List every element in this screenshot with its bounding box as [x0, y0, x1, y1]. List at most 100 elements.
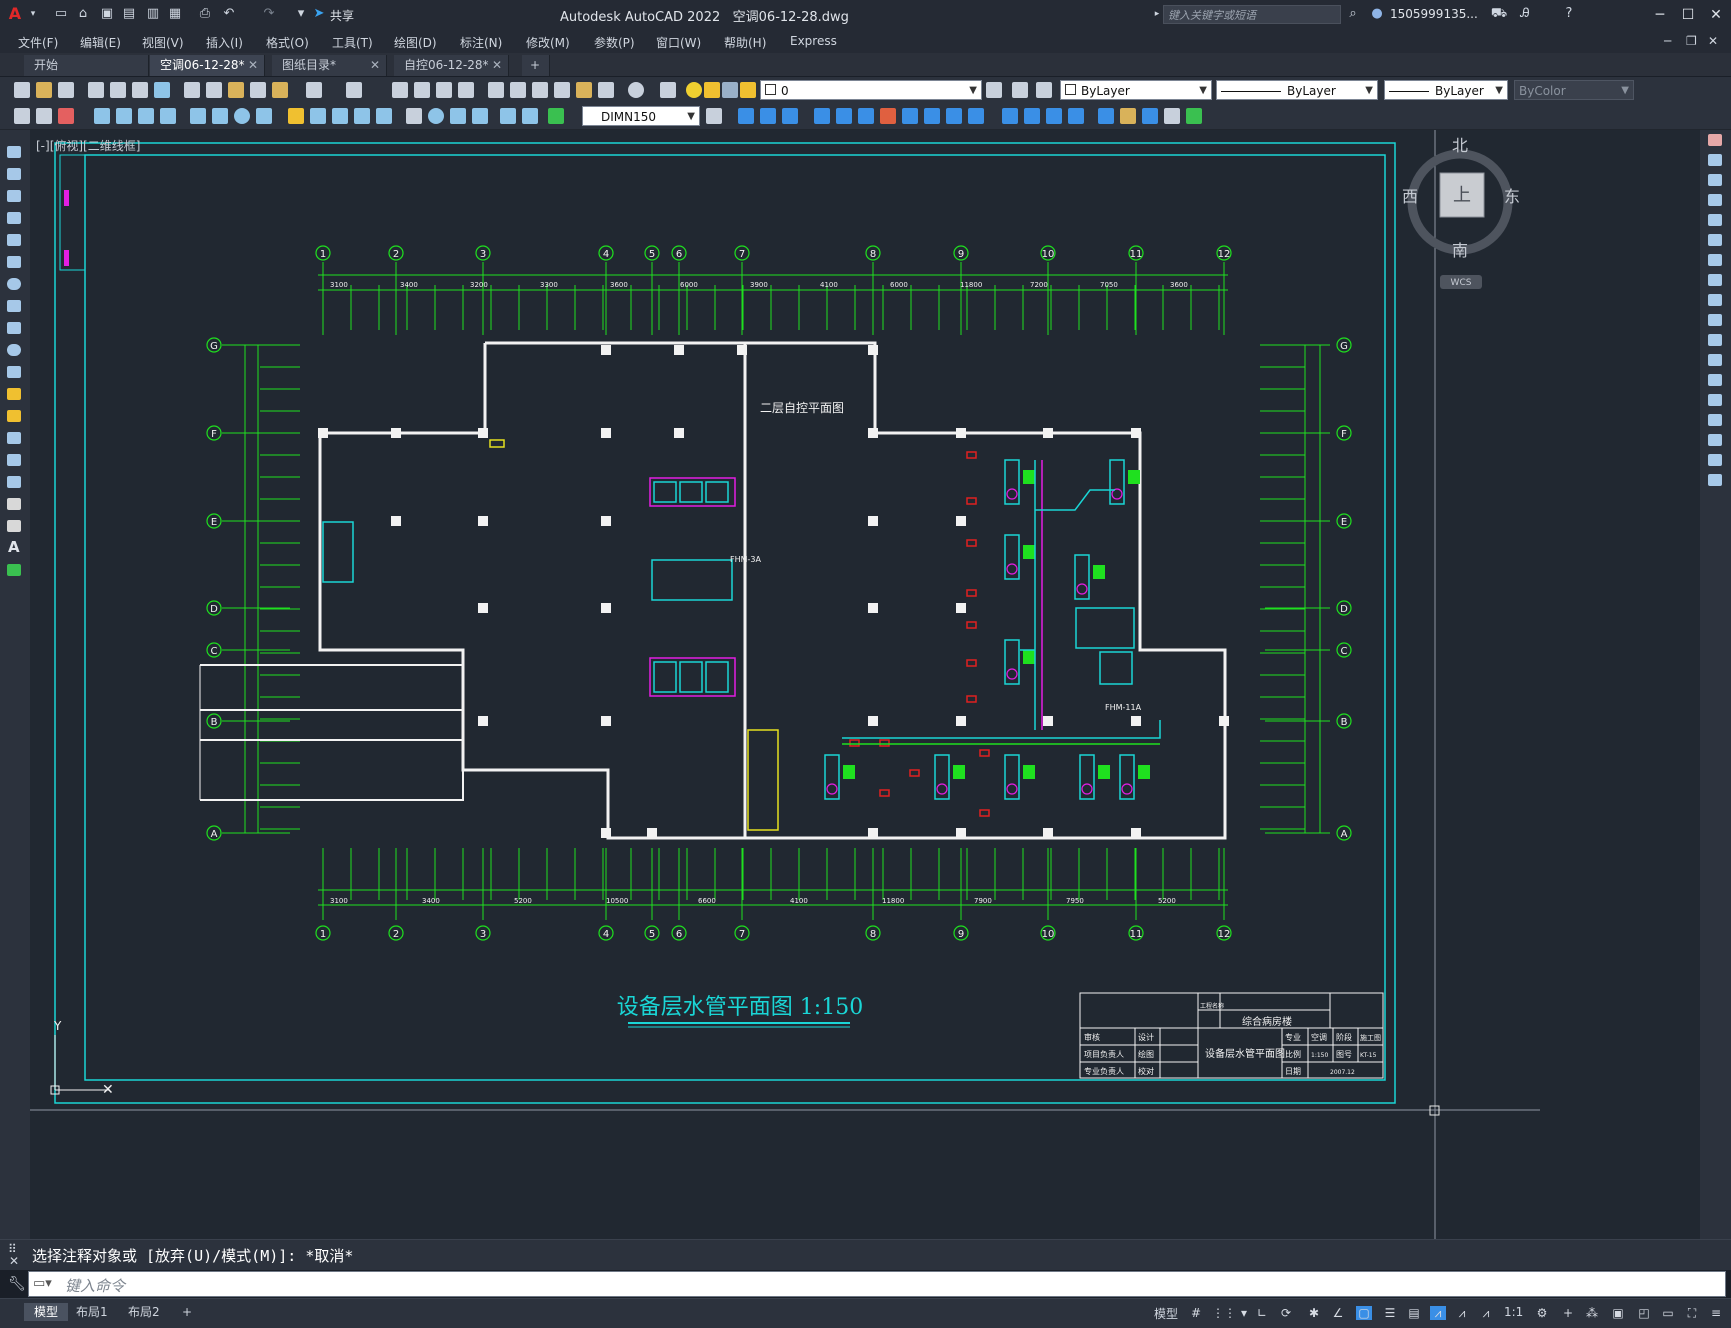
- dim-space-icon[interactable]: [354, 108, 370, 124]
- undo-icon[interactable]: [306, 82, 322, 98]
- publish-icon[interactable]: [132, 82, 148, 98]
- viewcube-east[interactable]: 东: [1504, 187, 1520, 206]
- snap-dropdown-icon[interactable]: ▾: [1236, 1306, 1252, 1320]
- open-icon[interactable]: [36, 82, 52, 98]
- quick-properties-icon[interactable]: ▣: [1610, 1306, 1626, 1320]
- save-as-icon[interactable]: ▤: [120, 5, 138, 23]
- sheet-set-icon[interactable]: [554, 82, 570, 98]
- zoom-realtime-icon[interactable]: [414, 82, 430, 98]
- tab-drawing-index[interactable]: 图纸目录* ✕: [272, 55, 387, 76]
- move-icon[interactable]: [1708, 234, 1722, 246]
- layer-previous-icon[interactable]: [1012, 82, 1028, 98]
- menu-help[interactable]: 帮助(H): [724, 34, 766, 51]
- layer-thaw-icon[interactable]: [704, 82, 720, 98]
- mirror-icon[interactable]: [1708, 174, 1722, 186]
- revcloud-icon[interactable]: [7, 300, 21, 312]
- polygon-icon[interactable]: [7, 212, 21, 224]
- baseline-dim-icon[interactable]: [310, 108, 326, 124]
- menu-format[interactable]: 格式(O): [266, 34, 309, 51]
- trim-icon[interactable]: [924, 108, 940, 124]
- draw-order-icon[interactable]: [1186, 108, 1202, 124]
- zoom-window-icon[interactable]: [436, 82, 452, 98]
- new-file-icon[interactable]: ▭: [52, 5, 70, 23]
- share-label[interactable]: 共享: [330, 7, 354, 24]
- doc-minimize-icon[interactable]: ─: [1664, 34, 1671, 48]
- arc-length-dim-icon[interactable]: [138, 108, 154, 124]
- pan-icon[interactable]: [392, 82, 408, 98]
- layout-tab-2[interactable]: 布局2: [118, 1303, 170, 1321]
- layout-tab-model[interactable]: 模型: [24, 1303, 69, 1321]
- mirror-icon[interactable]: [760, 108, 776, 124]
- help-icon[interactable]: [628, 82, 644, 98]
- copy-icon[interactable]: [206, 82, 222, 98]
- layer-on-icon[interactable]: [686, 82, 702, 98]
- viewcube-north[interactable]: 北: [1452, 136, 1468, 155]
- linear-dim-icon[interactable]: [94, 108, 110, 124]
- close-tab-icon[interactable]: ✕: [248, 55, 258, 76]
- menu-parametric[interactable]: 参数(P): [594, 34, 635, 51]
- rectangle-icon[interactable]: [7, 234, 21, 246]
- rotate-icon[interactable]: [858, 108, 874, 124]
- annotation-scale-icon[interactable]: ⩘: [1478, 1306, 1494, 1320]
- save-icon[interactable]: ▣: [98, 5, 116, 23]
- undo-icon[interactable]: ↶: [220, 5, 238, 23]
- make-current-layer-icon[interactable]: [986, 82, 1002, 98]
- markup-icon[interactable]: [576, 82, 592, 98]
- table-draw-icon[interactable]: [7, 520, 21, 532]
- menu-draw[interactable]: 绘图(D): [394, 34, 437, 51]
- tolerance-icon[interactable]: [406, 108, 422, 124]
- construction-line-icon[interactable]: [7, 168, 21, 180]
- paste-icon[interactable]: [228, 82, 244, 98]
- dim-break-icon[interactable]: [376, 108, 392, 124]
- stretch-icon[interactable]: [1708, 294, 1722, 306]
- search-icon[interactable]: ⌕: [1344, 5, 1362, 23]
- erase-icon[interactable]: [1120, 108, 1136, 124]
- app-menu-chevron-icon[interactable]: ▾: [24, 5, 42, 23]
- circle-icon[interactable]: [7, 278, 21, 290]
- copy-icon[interactable]: [1708, 154, 1722, 166]
- layer-properties-icon[interactable]: [660, 82, 676, 98]
- customize-status-icon[interactable]: ≡: [1708, 1306, 1724, 1320]
- extend-icon[interactable]: [946, 108, 962, 124]
- diameter-dim-icon[interactable]: [234, 108, 250, 124]
- plot-preview-icon[interactable]: [110, 82, 126, 98]
- object-snap-tracking-icon[interactable]: ∠: [1330, 1306, 1346, 1320]
- layer-unlock-icon[interactable]: [740, 82, 756, 98]
- center-mark-icon[interactable]: [428, 108, 444, 124]
- ellipse-arc-icon[interactable]: [7, 366, 21, 378]
- layer-lock-icon[interactable]: [722, 82, 738, 98]
- scale-icon[interactable]: [880, 108, 896, 124]
- dim-text-edit-icon[interactable]: [522, 108, 538, 124]
- explode-icon[interactable]: [1708, 474, 1722, 486]
- menu-insert[interactable]: 插入(I): [206, 34, 243, 51]
- isolate-objects-icon[interactable]: ◰: [1636, 1306, 1652, 1320]
- point-icon[interactable]: [7, 432, 21, 444]
- close-window-button[interactable]: ✕: [1704, 4, 1728, 26]
- ungroup-icon[interactable]: [1164, 108, 1180, 124]
- array-icon[interactable]: [814, 108, 830, 124]
- minimize-button[interactable]: ─: [1648, 4, 1672, 26]
- line-icon[interactable]: [7, 146, 21, 158]
- isodraft-icon[interactable]: ✱: [1306, 1306, 1322, 1320]
- inspect-icon[interactable]: [450, 108, 466, 124]
- lineweight-dropdown[interactable]: ByLayer ▼: [1384, 80, 1508, 100]
- grid-icon[interactable]: #: [1188, 1306, 1204, 1320]
- customize-chevron-icon[interactable]: ▾: [292, 5, 310, 23]
- units-icon[interactable]: ⁂: [1584, 1306, 1600, 1320]
- tab-start[interactable]: 开始: [24, 55, 149, 76]
- insert-block-icon[interactable]: [7, 388, 21, 400]
- close-tab-icon[interactable]: ✕: [492, 55, 502, 76]
- plotstyle-dropdown[interactable]: ByColor ▼: [1514, 80, 1634, 100]
- aligned-dim-icon[interactable]: [116, 108, 132, 124]
- ordinate-dim-icon[interactable]: [160, 108, 176, 124]
- lineweight-icon[interactable]: ☰: [1382, 1306, 1398, 1320]
- viewcube-west[interactable]: 西: [1402, 187, 1418, 206]
- join-icon[interactable]: [1002, 108, 1018, 124]
- region-icon[interactable]: [7, 498, 21, 510]
- properties-icon[interactable]: [488, 82, 504, 98]
- join-icon[interactable]: [1708, 394, 1722, 406]
- tab-hvac-drawing[interactable]: 空调06-12-28* ✕: [150, 55, 265, 76]
- hardware-acceleration-icon[interactable]: ▭: [1660, 1306, 1676, 1320]
- extend-icon[interactable]: [1708, 334, 1722, 346]
- menu-window[interactable]: 窗口(W): [656, 34, 701, 51]
